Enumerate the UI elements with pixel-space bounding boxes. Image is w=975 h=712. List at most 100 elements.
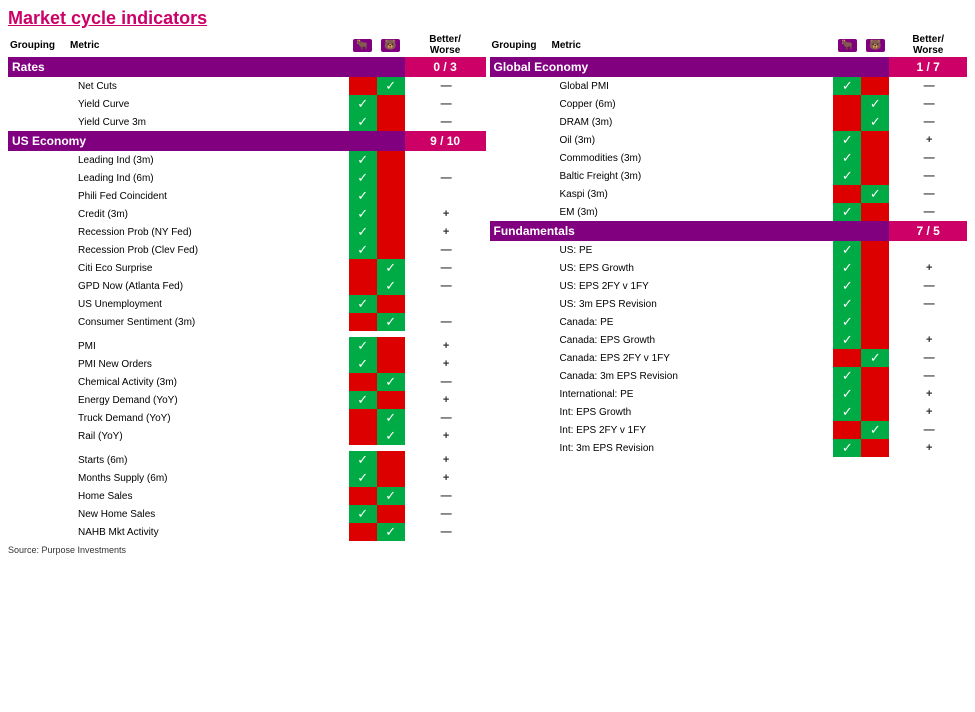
metric-name-cell: Energy Demand (YoY)	[68, 391, 349, 409]
bear-cell: ✓	[377, 427, 405, 445]
bw-cell	[889, 241, 967, 259]
bear-cell	[377, 95, 405, 113]
right-col-grouping: Grouping	[490, 33, 550, 57]
bull-cell: ✓	[833, 367, 861, 385]
bw-cell: —	[405, 77, 486, 95]
group-row-1: US Economy9 / 10	[8, 131, 486, 151]
metric-grouping-cell	[490, 149, 550, 167]
metric-grouping-cell	[490, 259, 550, 277]
bear-cell: ✓	[377, 487, 405, 505]
metric-row: Net Cuts ✓—	[8, 77, 486, 95]
group-name-0: Global Economy	[490, 57, 890, 77]
left-bull-icon-header: 🐂	[349, 33, 377, 57]
bear-cell	[377, 205, 405, 223]
bear-cell: ✓	[377, 277, 405, 295]
group-name-1: US Economy	[8, 131, 405, 151]
metric-grouping-cell	[490, 241, 550, 259]
metric-name-cell: Int: 3m EPS Revision	[550, 439, 834, 457]
metric-grouping-cell	[8, 505, 68, 523]
bw-cell: +	[405, 355, 486, 373]
metric-row: Consumer Sentiment (3m) ✓—	[8, 313, 486, 331]
bw-cell: +	[889, 331, 967, 349]
bull-cell: ✓	[833, 241, 861, 259]
metric-grouping-cell	[490, 421, 550, 439]
bull-cell: ✓	[349, 505, 377, 523]
metric-grouping-cell	[8, 205, 68, 223]
metric-name-cell: Kaspi (3m)	[550, 185, 834, 203]
bull-cell: ✓	[349, 337, 377, 355]
metric-name-cell: Home Sales	[68, 487, 349, 505]
right-bw-header: Better/Worse	[889, 33, 967, 57]
bear-cell	[377, 169, 405, 187]
bear-cell	[377, 151, 405, 169]
metric-name-cell: Phili Fed Coincident	[68, 187, 349, 205]
metric-grouping-cell	[490, 367, 550, 385]
metric-name-cell: Commodities (3m)	[550, 149, 834, 167]
metric-grouping-cell	[8, 187, 68, 205]
bull-cell: ✓	[349, 451, 377, 469]
metric-grouping-cell	[8, 523, 68, 541]
bull-cell: ✓	[349, 469, 377, 487]
bw-cell: —	[889, 203, 967, 221]
left-bear-icon-header: 🐻	[377, 33, 405, 57]
metric-name-cell: Rail (YoY)	[68, 427, 349, 445]
group-score-0: 1 / 7	[889, 57, 967, 77]
right-col-metric: Metric	[550, 33, 834, 57]
metric-name-cell: Truck Demand (YoY)	[68, 409, 349, 427]
bw-cell: —	[405, 241, 486, 259]
right-bear-icon-header: 🐻	[861, 33, 889, 57]
metric-name-cell: US: PE	[550, 241, 834, 259]
metric-grouping-cell	[8, 313, 68, 331]
metric-grouping-cell	[490, 77, 550, 95]
metric-name-cell: Credit (3m)	[68, 205, 349, 223]
bull-cell	[833, 95, 861, 113]
metric-grouping-cell	[490, 313, 550, 331]
metric-row: Canada: EPS 2FY v 1FY ✓—	[490, 349, 968, 367]
bear-cell	[861, 149, 889, 167]
metric-row: Citi Eco Surprise ✓—	[8, 259, 486, 277]
bear-cell: ✓	[377, 409, 405, 427]
bw-cell: +	[405, 451, 486, 469]
bear-cell	[861, 385, 889, 403]
bw-cell: +	[889, 385, 967, 403]
metric-row: Copper (6m) ✓—	[490, 95, 968, 113]
bull-cell: ✓	[833, 385, 861, 403]
metric-row: New Home Sales✓ —	[8, 505, 486, 523]
bull-cell: ✓	[833, 439, 861, 457]
bear-cell	[377, 113, 405, 131]
metric-row: Chemical Activity (3m) ✓—	[8, 373, 486, 391]
metric-grouping-cell	[490, 131, 550, 149]
bear-cell	[861, 167, 889, 185]
metric-row: Phili Fed Coincident✓	[8, 187, 486, 205]
metric-grouping-cell	[8, 355, 68, 373]
metric-grouping-cell	[8, 295, 68, 313]
bull-cell: ✓	[833, 131, 861, 149]
metric-row: Yield Curve✓ —	[8, 95, 486, 113]
bw-cell: —	[405, 169, 486, 187]
bw-cell: —	[889, 421, 967, 439]
metric-name-cell: US: 3m EPS Revision	[550, 295, 834, 313]
metric-grouping-cell	[490, 185, 550, 203]
bear-cell: ✓	[861, 113, 889, 131]
metric-name-cell: Starts (6m)	[68, 451, 349, 469]
metric-name-cell: NAHB Mkt Activity	[68, 523, 349, 541]
bw-cell: —	[889, 277, 967, 295]
metric-name-cell: DRAM (3m)	[550, 113, 834, 131]
metric-grouping-cell	[8, 151, 68, 169]
bw-cell: —	[889, 167, 967, 185]
bw-cell	[889, 313, 967, 331]
bw-cell: +	[889, 259, 967, 277]
metric-name-cell: Yield Curve 3m	[68, 113, 349, 131]
metric-row: US: PE✓	[490, 241, 968, 259]
metric-name-cell: Leading Ind (6m)	[68, 169, 349, 187]
metric-grouping-cell	[490, 385, 550, 403]
right-table: Grouping Metric 🐂 🐻 Better/Worse Global …	[490, 33, 968, 457]
metric-name-cell: Oil (3m)	[550, 131, 834, 149]
bull-cell: ✓	[349, 169, 377, 187]
bear-cell	[377, 187, 405, 205]
metric-grouping-cell	[490, 203, 550, 221]
bull-cell: ✓	[349, 205, 377, 223]
bull-cell: ✓	[349, 95, 377, 113]
metric-row: EM (3m)✓ —	[490, 203, 968, 221]
metric-name-cell: International: PE	[550, 385, 834, 403]
